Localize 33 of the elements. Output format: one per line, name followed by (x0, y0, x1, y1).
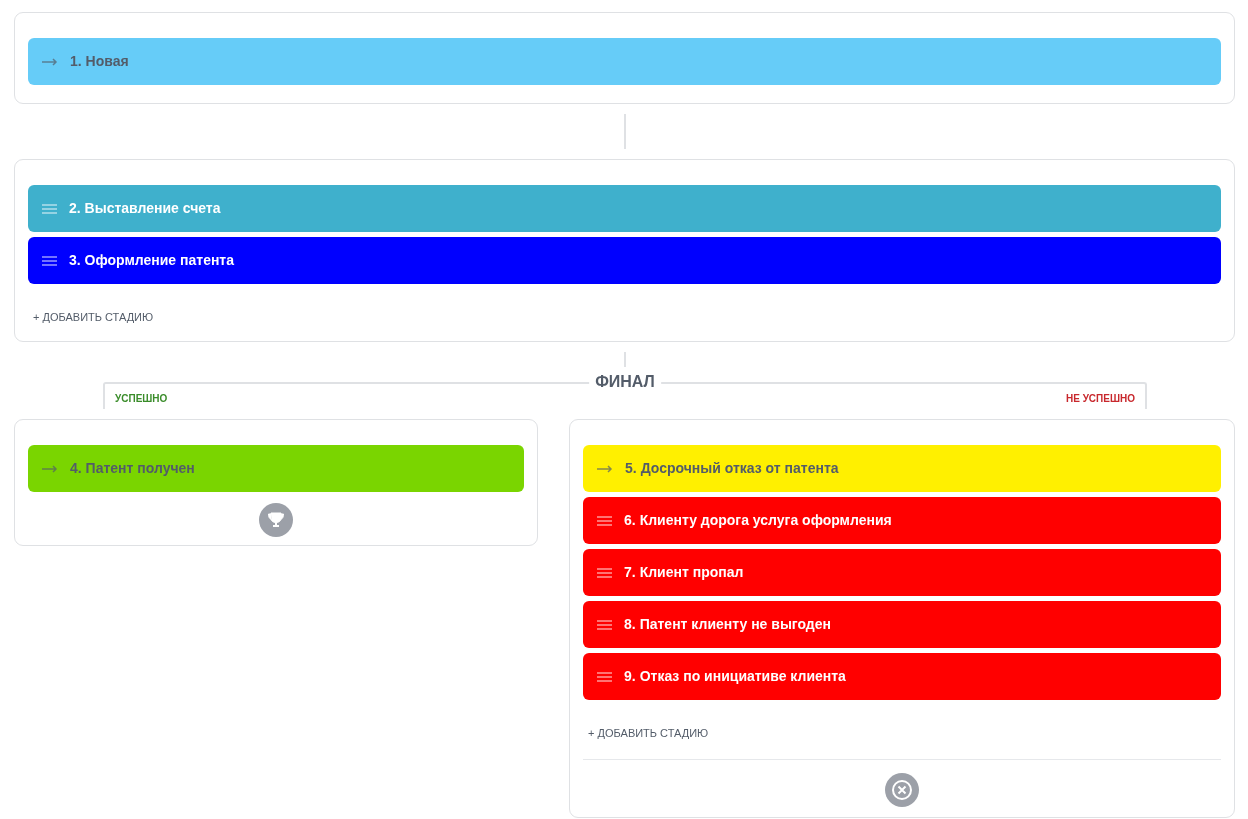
arrow-icon (42, 57, 58, 66)
drag-handle-icon[interactable] (42, 255, 57, 266)
stage-bar[interactable]: 8. Патент клиенту не выгоден (583, 601, 1221, 648)
close-circle-icon (885, 773, 920, 807)
stage-title: 7. Клиент пропал (624, 563, 744, 582)
stage-bar[interactable]: 5. Досрочный отказ от патента (583, 445, 1221, 492)
drag-handle-icon[interactable] (597, 619, 613, 630)
drag-handle-icon[interactable] (597, 671, 613, 682)
add-stage-link[interactable]: + ДОБАВИТЬ СТАДИЮ (28, 309, 154, 326)
arrow-icon (597, 464, 614, 473)
drag-handle-icon[interactable] (597, 515, 613, 526)
stage-bar[interactable]: 4. Патент получен (28, 445, 525, 492)
failure-label: НЕ УСПЕШНО (1065, 392, 1135, 406)
trophy-icon (259, 503, 294, 537)
stage-title: 6. Клиенту дорога услуга оформления (624, 511, 892, 530)
drag-handle-icon[interactable] (42, 203, 57, 214)
stage-bar[interactable]: 6. Клиенту дорога услуга оформления (583, 497, 1221, 544)
stage-bar[interactable]: 2. Выставление счета (28, 185, 1221, 232)
stage-title: 2. Выставление счета (69, 199, 221, 218)
arrow-icon (42, 464, 58, 473)
stage-bar[interactable]: 9. Отказ по инициативе клиента (583, 653, 1221, 700)
stage-title: 8. Патент клиенту не выгоден (624, 615, 831, 634)
drag-handle-icon[interactable] (597, 567, 613, 578)
stage-title: 3. Оформление патента (69, 251, 234, 270)
stage-title: 9. Отказ по инициативе клиента (624, 667, 846, 686)
stage-bar[interactable]: 1. Новая (28, 38, 1221, 85)
add-stage-link[interactable]: + ДОБАВИТЬ СТАДИЮ (583, 725, 709, 742)
stage-bar[interactable]: 3. Оформление патента (28, 237, 1221, 284)
success-label: УСПЕШНО (115, 392, 168, 406)
stage-bar[interactable]: 7. Клиент пропал (583, 549, 1221, 596)
stage-title: 5. Досрочный отказ от патента (625, 459, 839, 478)
stage-title: 1. Новая (70, 52, 129, 71)
stage-title: 4. Патент получен (70, 459, 195, 478)
